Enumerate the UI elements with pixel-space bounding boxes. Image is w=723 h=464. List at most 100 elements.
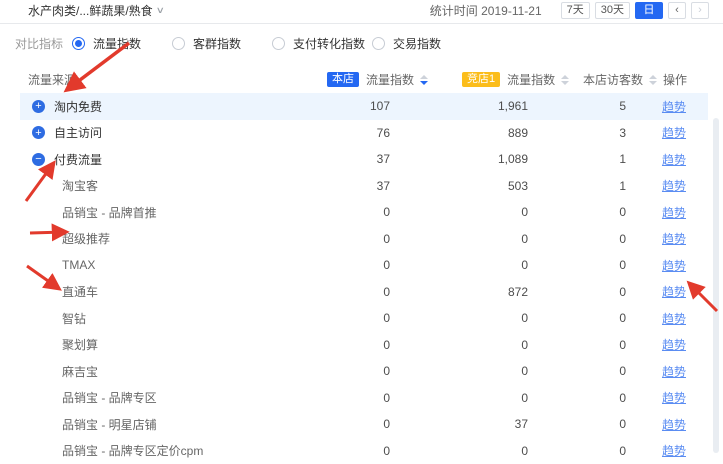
visitors-value: 5 <box>530 99 630 113</box>
rival-index-value: 1,961 <box>395 99 530 113</box>
actions-cell: 趋势 <box>630 177 708 194</box>
own-index-value: 76 <box>300 126 395 140</box>
source-name-cell: 超级推荐 <box>20 230 300 247</box>
sort-icon[interactable] <box>649 75 657 85</box>
table-body: +淘内免费1071,9615趋势+自主访问768893趋势−付费流量371,08… <box>20 93 708 464</box>
rival-index-value: 0 <box>395 364 530 378</box>
radio-option[interactable]: 交易指数 <box>372 35 472 52</box>
table-row: 品销宝 - 明星店铺0370趋势 <box>20 411 708 438</box>
radio-option[interactable]: 客群指数 <box>172 35 272 52</box>
compare-metric-label: 对比指标 <box>15 35 72 52</box>
own-index-value: 0 <box>300 338 395 352</box>
actions-cell: 趋势 <box>630 204 708 221</box>
radio-icon <box>272 37 285 50</box>
radio-label: 交易指数 <box>393 35 441 52</box>
visitors-value: 0 <box>530 258 630 272</box>
source-name: 品销宝 - 品牌专区 <box>62 389 157 406</box>
trend-link[interactable]: 趋势 <box>662 365 686 379</box>
trend-link[interactable]: 趋势 <box>662 232 686 246</box>
own-index-value: 0 <box>300 205 395 219</box>
source-name: 品销宝 - 品牌首推 <box>62 204 157 221</box>
actions-cell: 趋势 <box>630 98 708 115</box>
trend-link[interactable]: 趋势 <box>662 206 686 220</box>
own-index-value: 0 <box>300 417 395 431</box>
source-name: TMAX <box>62 258 95 272</box>
radio-option[interactable]: 支付转化指数 <box>272 35 372 52</box>
source-name-cell: −付费流量 <box>20 151 300 168</box>
visitors-value: 0 <box>530 338 630 352</box>
radio-label: 流量指数 <box>93 35 141 52</box>
own-index-value: 0 <box>300 232 395 246</box>
trend-link[interactable]: 趋势 <box>662 259 686 273</box>
category-selector[interactable]: 水产肉类/...鲜蔬果/熟食 ∨ <box>28 2 163 19</box>
own-index-value: 37 <box>300 179 395 193</box>
trend-link[interactable]: 趋势 <box>662 153 686 167</box>
column-header-own-index[interactable]: 本店 流量指数 <box>327 66 428 93</box>
rival-index-value: 889 <box>395 126 530 140</box>
rival-index-value: 0 <box>395 444 530 458</box>
table-header: 流量来源 本店 流量指数 竞店1 流量指数 本店访客数 操作 <box>20 66 708 93</box>
trend-link[interactable]: 趋势 <box>662 312 686 326</box>
source-name: 自主访问 <box>54 124 102 141</box>
table-row: 超级推荐000趋势 <box>20 226 708 253</box>
source-name-cell: +淘内免费 <box>20 98 300 115</box>
sort-icon[interactable] <box>561 75 569 85</box>
source-name-cell: 品销宝 - 品牌专区 <box>20 389 300 406</box>
table-row: −付费流量371,0891趋势 <box>20 146 708 173</box>
own-index-value: 0 <box>300 391 395 405</box>
source-name-cell: + 自主访问 <box>20 124 300 141</box>
vertical-scrollbar[interactable] <box>713 118 719 453</box>
source-name: 麻吉宝 <box>62 363 98 380</box>
trend-link[interactable]: 趋势 <box>662 179 686 193</box>
actions-cell: 趋势 <box>630 151 708 168</box>
compare-metric-row: 对比指标 流量指数 客群指数 支付转化指数 交易指数 <box>0 24 723 62</box>
actions-cell: 趋势 <box>630 257 708 274</box>
column-header-visitors[interactable]: 本店访客数 <box>583 66 657 93</box>
trend-link[interactable]: 趋势 <box>662 285 686 299</box>
radio-label: 支付转化指数 <box>293 35 365 52</box>
table-row: 聚划算000趋势 <box>20 332 708 359</box>
rival-index-value: 0 <box>395 391 530 405</box>
range-button-30天[interactable]: 30天 <box>595 2 630 19</box>
trend-link[interactable]: 趋势 <box>662 126 686 140</box>
radio-option[interactable]: 流量指数 <box>72 35 172 52</box>
visitors-value: 0 <box>530 391 630 405</box>
rival-index-value: 0 <box>395 311 530 325</box>
expand-icon[interactable]: + <box>32 100 45 113</box>
visitors-value: 0 <box>530 364 630 378</box>
collapse-icon[interactable]: − <box>32 153 45 166</box>
radio-icon <box>172 37 185 50</box>
trend-link[interactable]: 趋势 <box>662 418 686 432</box>
table-row: TMAX000趋势 <box>20 252 708 279</box>
prev-period-button[interactable]: ‹ <box>668 2 686 19</box>
next-period-button[interactable]: › <box>691 2 709 19</box>
trend-link[interactable]: 趋势 <box>662 444 686 458</box>
own-index-value: 0 <box>300 311 395 325</box>
rival-index-value: 872 <box>395 285 530 299</box>
range-button-日[interactable]: 日 <box>635 2 663 19</box>
rival-index-value: 0 <box>395 205 530 219</box>
expand-icon[interactable]: + <box>32 126 45 139</box>
actions-cell: 趋势 <box>630 283 708 300</box>
sort-icon[interactable] <box>420 75 428 85</box>
source-name-cell: 品销宝 - 品牌首推 <box>20 204 300 221</box>
actions-cell: 趋势 <box>630 230 708 247</box>
column-header-rival-index[interactable]: 竞店1 流量指数 <box>462 66 569 93</box>
table-row: 智钻000趋势 <box>20 305 708 332</box>
table-row: 麻吉宝000趋势 <box>20 358 708 385</box>
source-name: 超级推荐 <box>62 230 110 247</box>
rival-store-badge: 竞店1 <box>462 72 500 87</box>
visitors-value: 1 <box>530 179 630 193</box>
visitors-value: 0 <box>530 285 630 299</box>
source-name-cell: 聚划算 <box>20 336 300 353</box>
table-row: 品销宝 - 品牌首推000趋势 <box>20 199 708 226</box>
trend-link[interactable]: 趋势 <box>662 100 686 114</box>
trend-link[interactable]: 趋势 <box>662 338 686 352</box>
actions-cell: 趋势 <box>630 416 708 433</box>
own-index-value: 0 <box>300 444 395 458</box>
actions-cell: 趋势 <box>630 124 708 141</box>
trend-link[interactable]: 趋势 <box>662 391 686 405</box>
range-button-7天[interactable]: 7天 <box>561 2 590 19</box>
source-name-cell: 智钻 <box>20 310 300 327</box>
visitors-value: 3 <box>530 126 630 140</box>
